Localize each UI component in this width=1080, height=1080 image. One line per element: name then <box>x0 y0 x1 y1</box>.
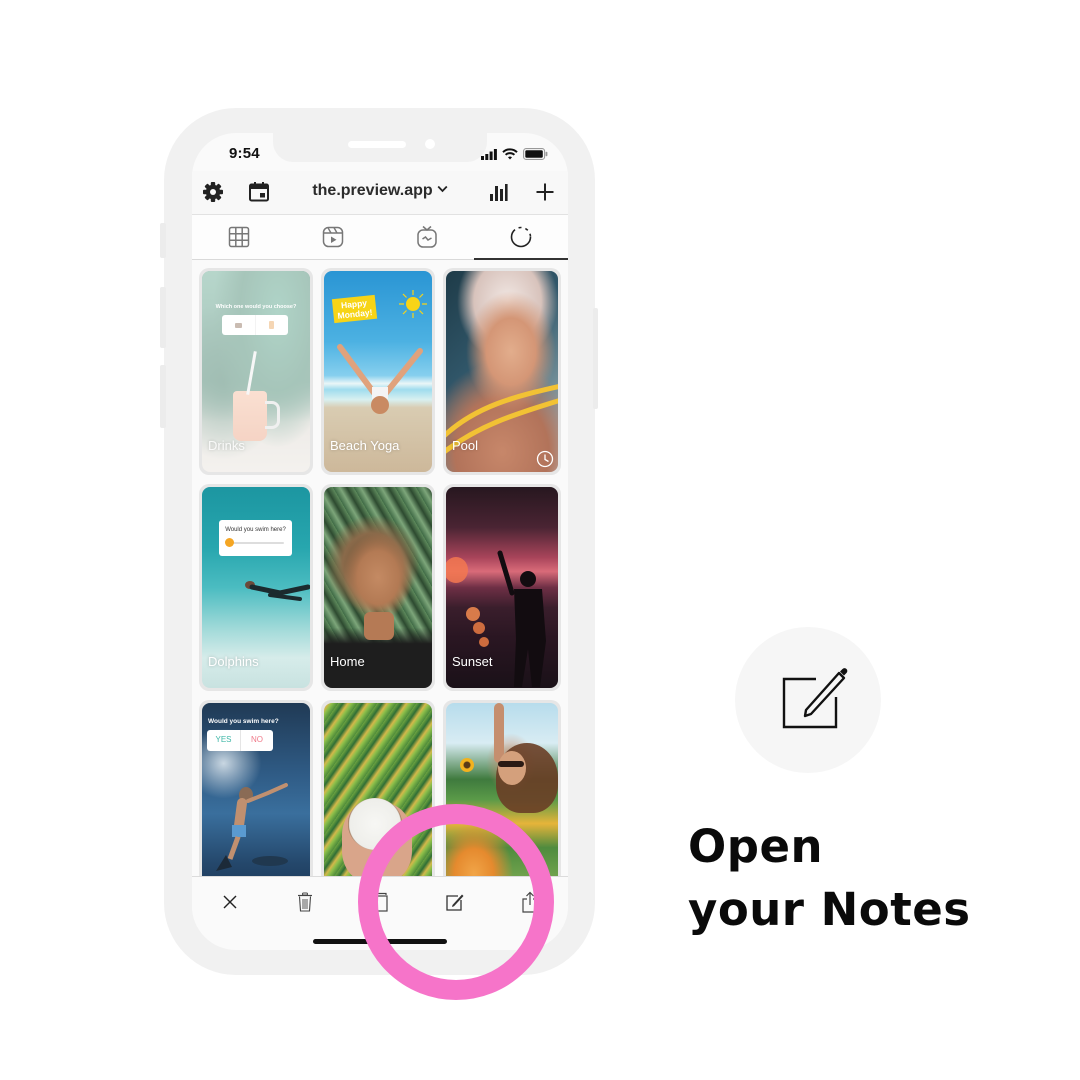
silhouette <box>497 550 546 687</box>
story-grid: Which one would you choose? Drinks Happy… <box>199 268 561 907</box>
bokeh-light <box>473 622 485 634</box>
camera <box>425 139 435 149</box>
callout-heading: Open your Notes <box>688 815 971 941</box>
sticker-line-2: Monday! <box>337 307 373 321</box>
igtv-icon <box>417 225 437 248</box>
diver <box>216 783 288 871</box>
clock-icon <box>536 450 554 468</box>
signal-icon <box>481 149 497 160</box>
story-card[interactable]: Home <box>321 484 435 691</box>
story-label: Dolphins <box>208 654 259 669</box>
callout-line-1: Open <box>688 820 824 873</box>
story-label: Sunset <box>452 654 493 669</box>
sun-sticker <box>399 290 427 318</box>
status-time: 9:54 <box>229 145 260 162</box>
bokeh-light <box>479 637 489 647</box>
add-button[interactable] <box>533 180 557 204</box>
bokeh-light <box>446 557 468 583</box>
battery-icon <box>523 148 548 160</box>
status-icons <box>481 148 551 162</box>
mute-switch <box>160 223 166 258</box>
story-label: Beach Yoga <box>330 438 400 453</box>
sticker-happy-monday: Happy Monday! <box>331 294 378 324</box>
reels-icon <box>322 226 344 248</box>
neck <box>364 612 394 640</box>
notch <box>273 133 487 162</box>
volume-up-button <box>160 287 166 348</box>
view-tabs <box>192 215 568 260</box>
app-header: the.preview.app <box>192 171 568 215</box>
swimmer <box>245 581 310 601</box>
stories-icon <box>510 226 532 248</box>
bar-chart-icon <box>490 184 508 201</box>
tab-grid[interactable] <box>192 215 286 259</box>
story-label: Pool <box>452 438 479 453</box>
plus-icon <box>536 183 554 201</box>
tab-stories[interactable] <box>474 215 568 260</box>
sunglasses <box>498 761 524 767</box>
tab-reels[interactable] <box>286 215 380 259</box>
speaker <box>348 141 406 148</box>
story-thumbnail: Would you swim here? YES NO <box>202 703 310 904</box>
trash-icon <box>297 892 312 912</box>
close-icon <box>223 895 237 909</box>
poll-option-no: NO <box>251 735 263 744</box>
poll-sticker: YES NO <box>207 730 273 751</box>
story-label: Home <box>330 654 365 669</box>
highlight-ring <box>358 804 554 1000</box>
slider-emoji-handle <box>225 538 234 547</box>
story-card[interactable]: Sunset <box>443 484 561 691</box>
tab-igtv[interactable] <box>380 215 474 259</box>
sunflower <box>460 758 474 772</box>
callout-line-2: your Notes <box>688 883 971 936</box>
volume-down-button <box>160 365 166 428</box>
delete-button[interactable] <box>267 877 342 927</box>
grid-icon <box>228 226 250 248</box>
analytics-button[interactable] <box>487 180 511 204</box>
slider-question: Would you swim here? <box>225 527 286 533</box>
account-switcher[interactable]: the.preview.app <box>192 182 568 200</box>
story-card[interactable]: Happy Monday! Beach Yoga <box>321 268 435 475</box>
poll-option-yes: YES <box>215 735 232 744</box>
poll-question: Would you swim here? <box>208 718 279 725</box>
wifi-icon <box>502 148 518 160</box>
slider-sticker: Would you swim here? <box>219 520 292 556</box>
face <box>498 751 526 785</box>
chevron-down-icon <box>437 186 448 193</box>
edit-icon <box>782 668 848 729</box>
story-card[interactable]: Pool <box>443 268 561 475</box>
story-card[interactable]: Which one would you choose? Drinks <box>199 268 313 475</box>
slider-track <box>227 542 284 544</box>
yoga-figure <box>337 344 423 414</box>
bokeh-light <box>466 607 480 621</box>
story-card[interactable]: Would you swim here? Dolphins <box>199 484 313 691</box>
callout-icon-badge <box>735 627 881 773</box>
close-button[interactable] <box>192 877 267 927</box>
account-name: the.preview.app <box>312 182 433 199</box>
story-label: Drinks <box>208 438 245 453</box>
power-button <box>593 308 598 409</box>
